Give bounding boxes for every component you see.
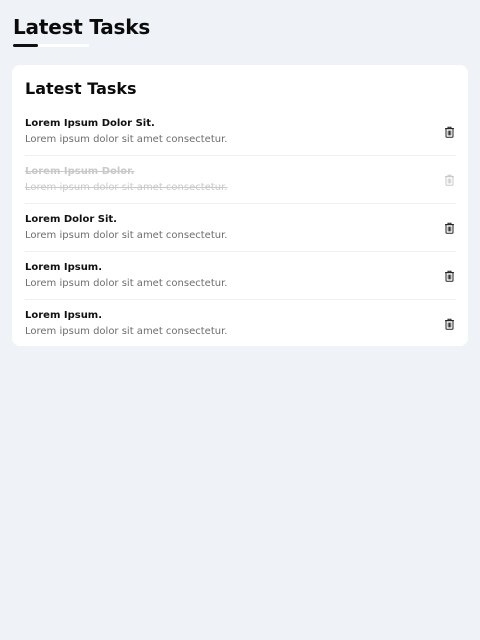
task-text: Lorem Ipsum. Lorem ipsum dolor sit amet …	[25, 260, 227, 292]
delete-task-button[interactable]	[442, 269, 456, 283]
task-title: Lorem Ipsum Dolor.	[25, 165, 135, 177]
task-item: Lorem Ipsum Dolor Sit. Lorem ipsum dolor…	[25, 108, 456, 156]
task-text: Lorem Ipsum Dolor. Lorem ipsum dolor sit…	[25, 164, 227, 196]
task-title: Lorem Dolor Sit.	[25, 213, 117, 225]
task-text: Lorem Dolor Sit. Lorem ipsum dolor sit a…	[25, 212, 227, 244]
delete-task-button[interactable]	[442, 317, 456, 331]
task-title: Lorem Ipsum.	[25, 261, 103, 273]
task-text: Lorem Ipsum Dolor Sit. Lorem ipsum dolor…	[25, 116, 227, 148]
delete-task-button[interactable]	[442, 125, 456, 139]
task-item: Lorem Dolor Sit. Lorem ipsum dolor sit a…	[25, 204, 456, 252]
task-description: Lorem ipsum dolor sit amet consectetur.	[25, 326, 228, 337]
trash-icon	[444, 318, 454, 330]
task-item: Lorem Ipsum. Lorem ipsum dolor sit amet …	[25, 252, 456, 300]
delete-task-button[interactable]	[442, 173, 456, 187]
tasks-card: Latest Tasks Lorem Ipsum Dolor Sit. Lore…	[12, 65, 468, 346]
task-description: Lorem ipsum dolor sit amet consectetur.	[25, 133, 228, 145]
page-header: Latest Tasks	[13, 13, 150, 47]
trash-icon	[444, 126, 454, 138]
task-list: Lorem Ipsum Dolor Sit. Lorem ipsum dolor…	[25, 108, 456, 348]
title-underline-accent	[13, 44, 38, 47]
title-underline	[13, 44, 89, 47]
task-title: Lorem Ipsum Dolor Sit.	[25, 117, 155, 129]
card-title: Latest Tasks	[25, 79, 137, 98]
trash-icon	[444, 270, 454, 282]
task-title: Lorem Ipsum.	[25, 310, 103, 321]
task-description: Lorem ipsum dolor sit amet consectetur.	[25, 181, 228, 193]
task-text: Lorem Ipsum. Lorem ipsum dolor sit amet …	[25, 308, 227, 340]
trash-icon	[444, 222, 454, 234]
task-item: Lorem Ipsum. Lorem ipsum dolor sit amet …	[25, 300, 456, 348]
task-description: Lorem ipsum dolor sit amet consectetur.	[25, 277, 228, 289]
page-title: Latest Tasks	[13, 15, 151, 39]
trash-icon	[444, 174, 454, 186]
delete-task-button[interactable]	[442, 221, 456, 235]
task-description: Lorem ipsum dolor sit amet consectetur.	[25, 229, 228, 241]
task-item-completed: Lorem Ipsum Dolor. Lorem ipsum dolor sit…	[25, 156, 456, 204]
